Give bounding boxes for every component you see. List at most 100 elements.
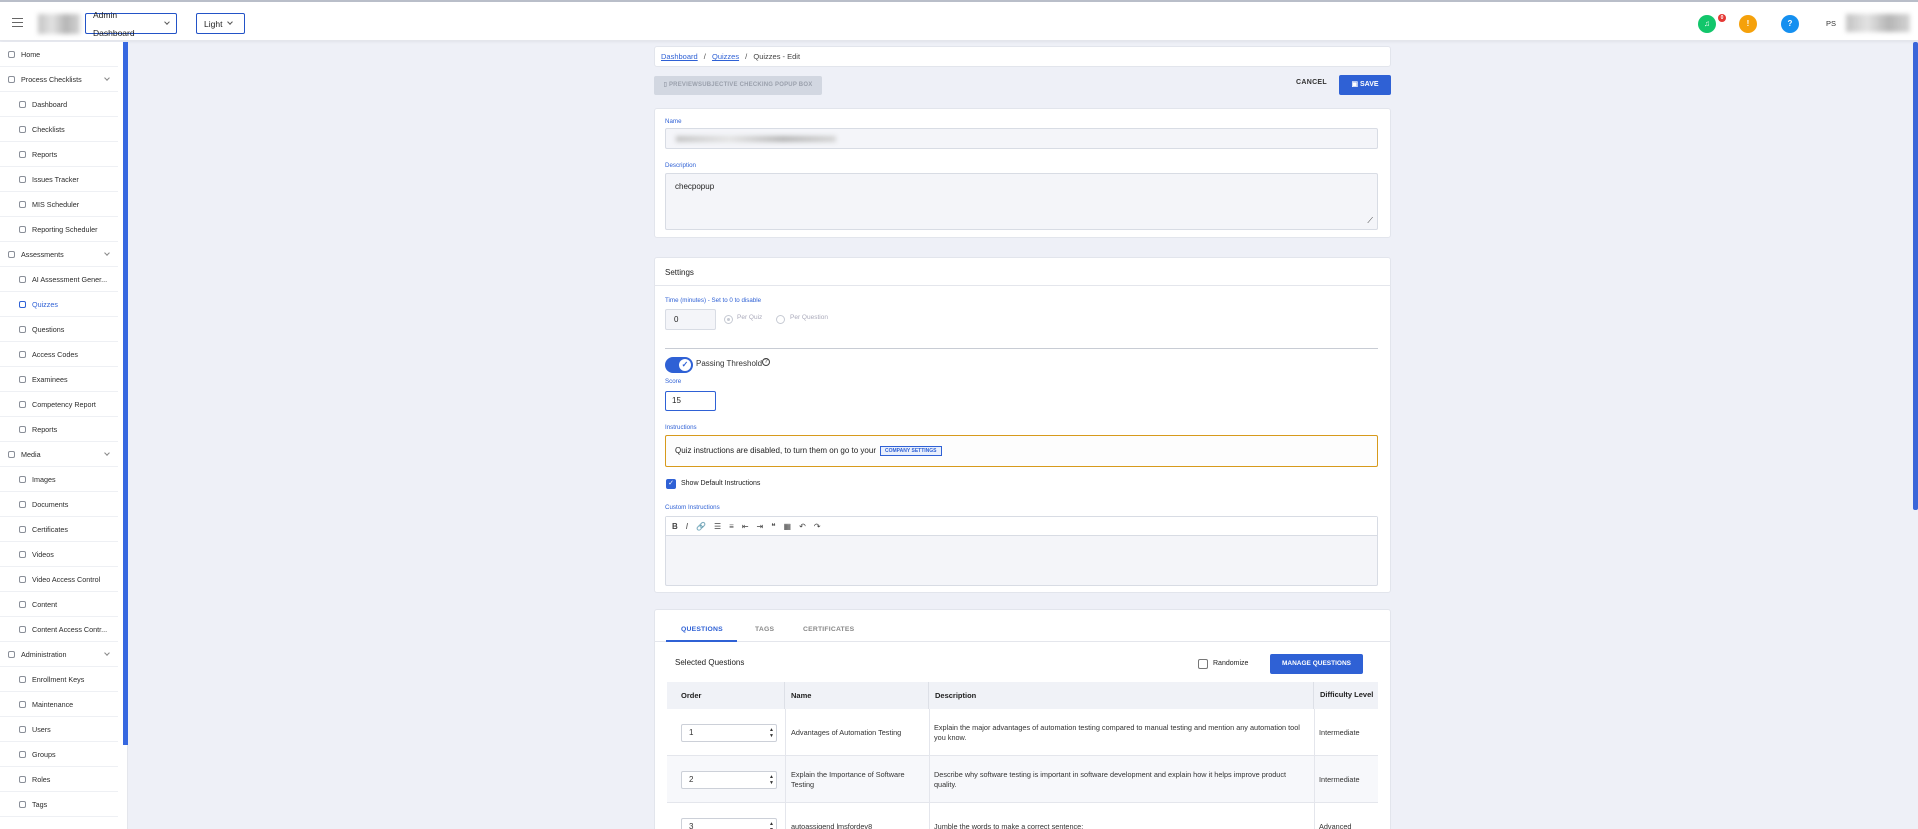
info-alert-icon[interactable]: !	[1739, 15, 1757, 33]
column-header-difficulty[interactable]: Difficulty Level	[1314, 682, 1378, 709]
column-header-order[interactable]: Order	[667, 682, 785, 709]
sidebar-item-questions[interactable]: Questions	[0, 317, 118, 342]
sidebar-item-home[interactable]: Home	[0, 42, 118, 67]
custom-instructions-editor[interactable]: B I 🔗 ☰ ≡ ⇤ ⇥ ❝ ▦ ↶ ↷	[665, 516, 1378, 586]
user-initials[interactable]: PS	[1826, 19, 1836, 28]
indent-icon[interactable]: ⇥	[757, 522, 764, 531]
per-question-radio[interactable]	[776, 315, 785, 324]
sidebar-item-media[interactable]: Media	[0, 442, 118, 467]
chevron-down-icon[interactable]	[104, 450, 110, 456]
bullet-list-icon[interactable]: ☰	[714, 522, 721, 531]
sidebar-item-ai-assessment-gener[interactable]: AI Assessment Gener...	[0, 267, 118, 292]
sidebar-item-quizzes[interactable]: Quizzes	[0, 292, 118, 317]
sidebar-item-users[interactable]: Users	[0, 717, 118, 742]
order-input[interactable]: 3 ▲▼	[681, 817, 777, 829]
sidebar-item-label: Groups	[32, 749, 56, 759]
question-difficulty-text: Intermediate	[1319, 727, 1360, 737]
sidebar-item-dashboard[interactable]: Dashboard	[0, 92, 118, 117]
question-difficulty: Intermediate	[1319, 709, 1377, 756]
sidebar-item-examinees[interactable]: Examinees	[0, 367, 118, 392]
table-row[interactable]: 3 ▲▼ autoassigend lmsfordev8 Jumble the wor…	[667, 803, 1378, 829]
table-row[interactable]: 2 ▲ ▼ Explain the Importance of Software Te…	[667, 756, 1378, 803]
order-input[interactable]: 1 ▲ ▼	[681, 723, 777, 742]
chevron-down-icon[interactable]	[104, 650, 110, 656]
help-icon[interactable]: ?	[1781, 15, 1799, 33]
save-button[interactable]: ▣ SAVE	[1339, 75, 1391, 95]
sidebar-item-video-access-control[interactable]: Video Access Control	[0, 567, 118, 592]
score-input[interactable]: 15	[665, 391, 716, 411]
sidebar-item-images[interactable]: Images	[0, 467, 118, 492]
breadcrumb-dashboard-link[interactable]: Dashboard	[661, 52, 698, 61]
theme-select[interactable]: Light	[196, 13, 245, 34]
passing-threshold-toggle[interactable]: ✓	[665, 357, 693, 373]
settings-title: Settings	[665, 268, 694, 277]
name-input[interactable]	[665, 128, 1378, 149]
bold-icon[interactable]: B	[672, 522, 678, 531]
stepper-icon[interactable]: ▲▼	[769, 727, 774, 739]
undo-icon[interactable]: ↶	[799, 522, 806, 531]
sidebar-item-tags[interactable]: Tags	[0, 792, 118, 817]
column-header-description[interactable]: Description	[929, 682, 1314, 709]
sidebar-item-reports[interactable]: Reports	[0, 417, 118, 442]
sidebar-item-access-codes[interactable]: Access Codes	[0, 342, 118, 367]
sidebar-item-process-checklists[interactable]: Process Checklists	[0, 67, 118, 92]
sidebar-item-roles[interactable]: Roles	[0, 767, 118, 792]
breadcrumb-quizzes-link[interactable]: Quizzes	[712, 52, 739, 61]
sidebar-item-reports[interactable]: Reports	[0, 142, 118, 167]
resize-handle-icon[interactable]: ⟋	[1367, 216, 1373, 226]
page-scrollbar[interactable]	[1913, 42, 1918, 510]
randomize-checkbox[interactable]	[1198, 659, 1208, 669]
show-default-instructions-checkbox[interactable]: ✓	[666, 479, 676, 489]
check-icon	[19, 125, 26, 133]
italic-icon[interactable]: I	[686, 522, 688, 531]
redo-icon[interactable]: ↷	[814, 522, 821, 531]
manage-questions-button[interactable]: MANAGE QUESTIONS	[1270, 654, 1363, 674]
sidebar-item-enrollment-keys[interactable]: Enrollment Keys	[0, 667, 118, 692]
stepper-icon[interactable]: ▲▼	[769, 821, 774, 829]
notification-bell-icon[interactable]: ♫	[1698, 15, 1716, 33]
per-quiz-radio[interactable]	[724, 315, 733, 324]
company-settings-link[interactable]: COMPANY SETTINGS	[880, 446, 942, 456]
sidebar-item-maintenance[interactable]: Maintenance	[0, 692, 118, 717]
theme-select-label: Light	[204, 18, 223, 29]
tab-certificates[interactable]: CERTIFICATES	[803, 626, 854, 633]
sidebar-item-content[interactable]: Content	[0, 592, 118, 617]
question-description: Describe why software testing is importa…	[934, 756, 1304, 803]
user-name-blurred[interactable]	[1846, 14, 1910, 32]
sidebar-item-certificates[interactable]: Certificates	[0, 517, 118, 542]
sidebar-item-competency-report[interactable]: Competency Report	[0, 392, 118, 417]
sidebar-item-label: Assessments	[21, 249, 64, 259]
stepper-icon[interactable]: ▲▼	[769, 774, 774, 786]
sidebar-item-videos[interactable]: Videos	[0, 542, 118, 567]
link-icon[interactable]: 🔗	[696, 522, 706, 531]
table-icon[interactable]: ▦	[784, 522, 792, 531]
question-icon	[19, 325, 26, 333]
sidebar-item-content-access-contr[interactable]: Content Access Contr...	[0, 617, 118, 642]
order-input[interactable]: 2 ▲ ▼	[681, 770, 777, 789]
cancel-button[interactable]: CANCEL	[1296, 79, 1327, 86]
table-row[interactable]: 1 ▲ ▼ Advantages of Automation Testing Expla…	[667, 709, 1378, 756]
sidebar-item-administration[interactable]: Administration	[0, 642, 118, 667]
tab-questions[interactable]: QUESTIONS	[681, 626, 723, 633]
menu-icon[interactable]	[12, 18, 23, 27]
sidebar-item-groups[interactable]: Groups	[0, 742, 118, 767]
sidebar-item-mis-scheduler[interactable]: MIS Scheduler	[0, 192, 118, 217]
outdent-icon[interactable]: ⇤	[742, 522, 749, 531]
chevron-down-icon[interactable]	[104, 75, 110, 81]
blockquote-icon[interactable]: ❝	[771, 522, 775, 531]
sidebar-item-reporting-scheduler[interactable]: Reporting Scheduler	[0, 217, 118, 242]
tab-tags[interactable]: TAGS	[755, 626, 774, 633]
time-input[interactable]: 0	[665, 309, 716, 330]
chevron-down-icon[interactable]	[104, 250, 110, 256]
sidebar-item-assessments[interactable]: Assessments	[0, 242, 118, 267]
description-textarea[interactable]: checpopup ⟋	[665, 173, 1378, 230]
dashboard-select[interactable]: Admin Dashboard	[85, 10, 177, 38]
numbered-list-icon[interactable]: ≡	[729, 522, 734, 531]
column-header-name[interactable]: Name	[785, 682, 929, 709]
sidebar-item-checklists[interactable]: Checklists	[0, 117, 118, 142]
sidebar-item-label: Reports	[32, 424, 58, 434]
sidebar-scrollbar[interactable]	[123, 42, 128, 745]
sidebar-item-issues-tracker[interactable]: Issues Tracker	[0, 167, 118, 192]
info-icon[interactable]: ?	[762, 358, 770, 366]
sidebar-item-documents[interactable]: Documents	[0, 492, 118, 517]
